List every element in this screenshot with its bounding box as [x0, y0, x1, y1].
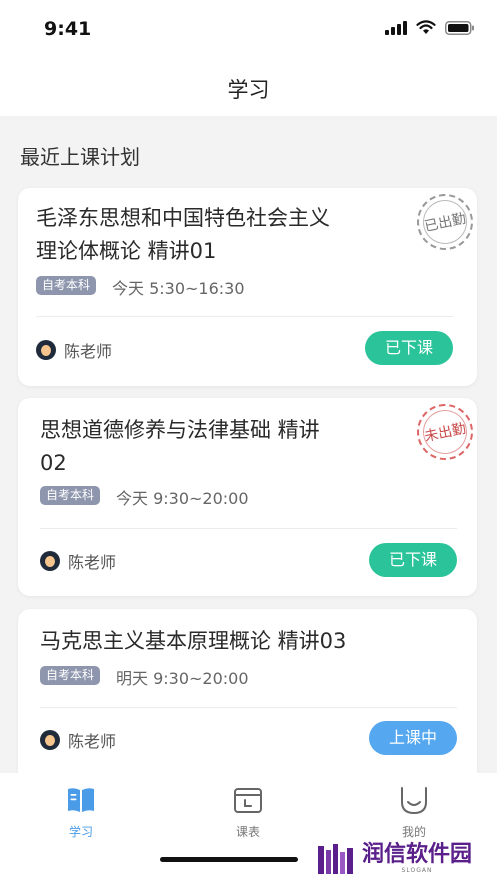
- course-time: 今天 5:30~16:30: [112, 279, 245, 298]
- teacher-name: 陈老师: [68, 553, 117, 572]
- avatar: [36, 340, 56, 360]
- watermark-text: 润信软件园: [362, 841, 473, 867]
- course-time: 今天 9:30~20:00: [116, 489, 249, 508]
- class-status-button[interactable]: 已下课: [365, 331, 453, 365]
- attendance-stamp: 未出勤: [411, 398, 477, 466]
- avatar: [40, 730, 60, 750]
- avatar: [40, 551, 60, 571]
- status-icons: [385, 20, 475, 35]
- course-title-line: 02: [40, 451, 67, 475]
- course-card-3[interactable]: 马克思主义基本原理概论 精讲03 自考本科 明天 9:30~20:00 陈老师 …: [18, 609, 477, 799]
- teacher-info: 陈老师: [36, 338, 112, 362]
- wifi-icon: [416, 20, 436, 34]
- section-title: 最近上课计划: [20, 145, 140, 169]
- course-tag: 自考本科: [40, 666, 101, 685]
- course-title-line: 毛泽东思想和中国特色社会主义: [36, 206, 330, 230]
- status-time: 9:41: [44, 18, 92, 40]
- nav-bar: 学习: [0, 60, 497, 116]
- watermark: 润信软件园 SLOGAN: [316, 840, 472, 876]
- divider: [40, 528, 457, 529]
- teacher-name: 陈老师: [64, 342, 113, 361]
- smile-icon: [401, 787, 427, 815]
- class-status-button[interactable]: 上课中: [369, 721, 457, 755]
- watermark-logo: [318, 844, 353, 874]
- stamp-text: 未出勤: [423, 420, 468, 446]
- tab-label: 我的: [401, 825, 426, 839]
- course-title-line: 理论体概论 精讲01: [36, 239, 217, 263]
- watermark-sub: SLOGAN: [401, 866, 433, 874]
- course-title: 毛泽东思想和中国特色社会主义 理论体概论 精讲01: [36, 202, 396, 268]
- tab-label: 学习: [68, 825, 93, 839]
- tab-profile[interactable]: 我的: [364, 785, 464, 840]
- course-tag: 自考本科: [40, 486, 101, 505]
- class-status-button[interactable]: 已下课: [369, 543, 457, 577]
- course-title-line: 马克思主义基本原理概论 精讲03: [40, 629, 347, 653]
- divider: [36, 316, 453, 317]
- calendar-icon: [234, 788, 262, 813]
- teacher-info: 陈老师: [40, 549, 116, 573]
- battery-icon: [445, 20, 474, 35]
- app-screen: 9:41 学习 最近上课计划 毛泽东思想和中国特色社会主义 理论体概论 精讲01…: [0, 0, 497, 883]
- course-card-1[interactable]: 毛泽东思想和中国特色社会主义 理论体概论 精讲01 已出勤 自考本科 今天 5:…: [18, 188, 477, 386]
- stamp-text: 已出勤: [423, 210, 468, 236]
- divider: [40, 707, 457, 708]
- course-tag: 自考本科: [36, 276, 97, 295]
- signal-icon: [385, 20, 407, 35]
- course-time: 明天 9:30~20:00: [116, 669, 249, 688]
- tab-label: 课表: [235, 825, 260, 839]
- home-indicator: [160, 857, 298, 862]
- tab-study[interactable]: 学习: [31, 785, 131, 840]
- course-title-line: 思想道德修养与法律基础 精讲: [40, 418, 320, 442]
- tab-schedule[interactable]: 课表: [198, 785, 298, 840]
- course-title: 马克思主义基本原理概论 精讲03: [40, 625, 460, 658]
- teacher-info: 陈老师: [40, 728, 116, 752]
- book-icon: [68, 788, 94, 812]
- course-title: 思想道德修养与法律基础 精讲 02: [40, 414, 400, 480]
- page-title: 学习: [227, 78, 270, 102]
- status-bar: 9:41: [0, 0, 497, 60]
- teacher-name: 陈老师: [68, 732, 117, 751]
- course-card-2[interactable]: 思想道德修养与法律基础 精讲 02 未出勤 自考本科 今天 9:30~20:00…: [18, 398, 477, 596]
- attendance-stamp: 已出勤: [411, 188, 477, 256]
